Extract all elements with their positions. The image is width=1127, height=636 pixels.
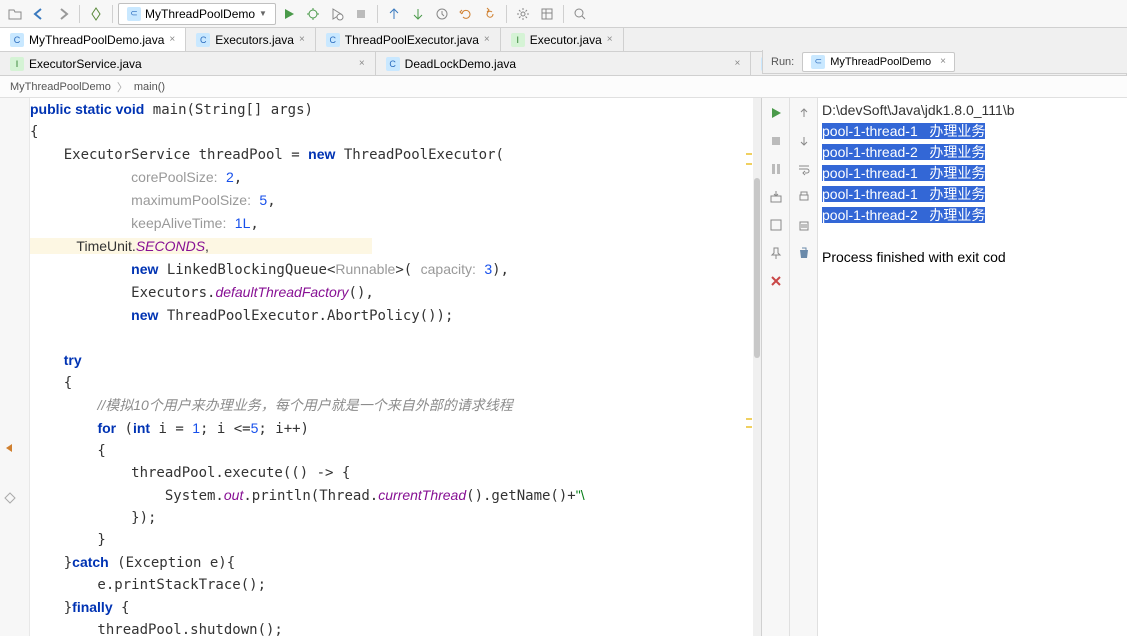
console-line: pool-1-thread-1 办理业务 (822, 121, 1123, 142)
tab-label: Executor.java (530, 33, 602, 47)
interface-icon: I (10, 57, 24, 71)
stop-button[interactable] (350, 3, 372, 25)
tab-label: Executors.java (215, 33, 294, 47)
wrap-button[interactable] (793, 158, 815, 180)
tab-label: ThreadPoolExecutor.java (345, 33, 479, 47)
settings-button[interactable] (512, 3, 534, 25)
close-icon[interactable]: × (299, 34, 305, 45)
console-path: D:\devSoft\Java\jdk1.8.0_111\b (822, 100, 1123, 121)
console-exit: Process finished with exit cod (822, 247, 1123, 268)
run-config-select[interactable]: ⊂ MyThreadPoolDemo ▼ (118, 3, 276, 25)
tab-label: DeadLockDemo.java (405, 57, 516, 71)
class-icon: ⊂ (811, 55, 825, 69)
main-toolbar: ⊂ MyThreadPoolDemo ▼ (0, 0, 1127, 28)
run-panel: Run: ⊂ MyThreadPoolDemo × D:\devSoft\Jav… (762, 98, 1127, 636)
console-output[interactable]: D:\devSoft\Java\jdk1.8.0_111\bpool-1-thr… (818, 98, 1127, 636)
editor-tab[interactable]: C MyThreadPoolDemo.java × (0, 28, 186, 51)
back-button[interactable] (28, 3, 50, 25)
error-markers (745, 98, 753, 636)
console-line: pool-1-thread-1 办理业务 (822, 163, 1123, 184)
clear-button[interactable] (793, 214, 815, 236)
close-run-button[interactable] (765, 270, 787, 292)
search-button[interactable] (569, 3, 591, 25)
tab-label: ExecutorService.java (29, 57, 142, 71)
open-button[interactable] (4, 3, 26, 25)
debug-button[interactable] (302, 3, 324, 25)
breadcrumb-method[interactable]: main() (134, 81, 165, 93)
build-button[interactable] (85, 3, 107, 25)
run-button[interactable] (278, 3, 300, 25)
vcs-update-button[interactable] (383, 3, 405, 25)
print-button[interactable] (793, 186, 815, 208)
config-name: MyThreadPoolDemo (145, 7, 255, 21)
chevron-icon: 〉 (117, 79, 128, 95)
console-line: pool-1-thread-1 办理业务 (822, 184, 1123, 205)
console-line: pool-1-thread-2 办理业务 (822, 142, 1123, 163)
coverage-button[interactable] (326, 3, 348, 25)
run-header: Run: ⊂ MyThreadPoolDemo × (762, 50, 1127, 74)
close-icon[interactable]: × (735, 58, 741, 69)
close-icon[interactable]: × (169, 34, 175, 45)
tab-label: MyThreadPoolDemo.java (29, 33, 164, 47)
vcs-commit-button[interactable] (407, 3, 429, 25)
dump-button[interactable] (765, 186, 787, 208)
code-content: public static void main(String[] args) {… (30, 98, 753, 636)
run-toolbar-left (762, 98, 790, 636)
editor-scrollbar[interactable] (753, 98, 761, 636)
editor-tab[interactable]: C DeadLockDemo.java × (376, 52, 752, 75)
scroll-down-button[interactable] (793, 130, 815, 152)
run-config-tab[interactable]: ⊂ MyThreadPoolDemo × (802, 52, 955, 72)
rerun-button[interactable] (765, 102, 787, 124)
close-icon[interactable]: × (940, 56, 946, 67)
main-area: public static void main(String[] args) {… (0, 98, 1127, 636)
editor-tab[interactable]: I Executor.java × (501, 28, 624, 51)
vcs-revert-button[interactable] (455, 3, 477, 25)
scroll-up-button[interactable] (793, 102, 815, 124)
pause-button[interactable] (765, 158, 787, 180)
editor-tab[interactable]: C ThreadPoolExecutor.java × (316, 28, 501, 51)
class-icon: C (326, 33, 340, 47)
close-icon[interactable]: × (359, 58, 365, 69)
editor-tab[interactable]: C Executors.java × (186, 28, 316, 51)
run-label: Run: (771, 56, 794, 68)
code-editor[interactable]: public static void main(String[] args) {… (0, 98, 762, 636)
class-icon: C (386, 57, 400, 71)
forward-button[interactable] (52, 3, 74, 25)
structure-button[interactable] (536, 3, 558, 25)
editor-tab[interactable]: I ExecutorService.java × (0, 52, 376, 75)
vcs-history-button[interactable] (431, 3, 453, 25)
close-icon[interactable]: × (607, 34, 613, 45)
console-line: pool-1-thread-2 办理业务 (822, 205, 1123, 226)
pin-button[interactable] (765, 242, 787, 264)
class-icon: C (196, 33, 210, 47)
run-toolbar-right (790, 98, 818, 636)
class-icon: C (10, 33, 24, 47)
undo-button[interactable] (479, 3, 501, 25)
layout-button[interactable] (765, 214, 787, 236)
class-icon: ⊂ (127, 7, 141, 21)
breadcrumbs: MyThreadPoolDemo 〉 main() (0, 76, 1127, 98)
stop-run-button[interactable] (765, 130, 787, 152)
close-icon[interactable]: × (484, 34, 490, 45)
gutter (0, 98, 30, 636)
interface-icon: I (511, 33, 525, 47)
breadcrumb-class[interactable]: MyThreadPoolDemo (10, 81, 111, 93)
trash-button[interactable] (793, 242, 815, 264)
editor-tabs-row1: CMyThreadPoolDemo.java×CExecutors.java×C… (0, 28, 1127, 52)
